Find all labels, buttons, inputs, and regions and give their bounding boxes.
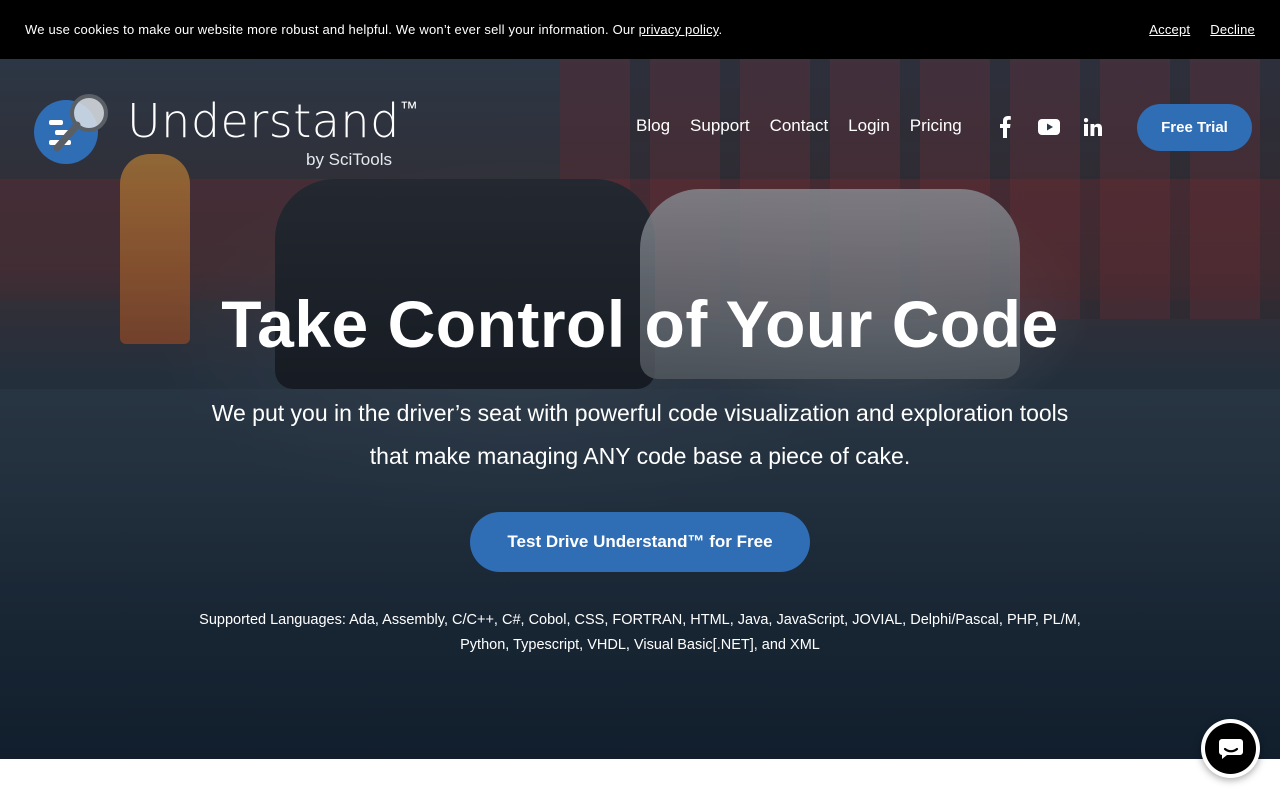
test-drive-button[interactable]: Test Drive Understand™ for Free [470,512,810,572]
free-trial-button[interactable]: Free Trial [1137,104,1252,151]
social-links [994,116,1104,138]
logo-trademark: ™ [399,98,419,119]
cookie-decline-button[interactable]: Decline [1210,22,1255,37]
magnifier-code-logo-icon [34,94,108,164]
hero-subhead: We put you in the driver’s seat with pow… [211,400,1069,469]
cookie-banner: We use cookies to make our website more … [0,0,1280,59]
hero-headline: Take Control of Your Code [221,287,1059,361]
cookie-accept-button[interactable]: Accept [1149,22,1190,37]
cookie-message-text: We use cookies to make our website more … [25,22,639,37]
cookie-message-period: . [718,22,723,37]
nav-item-pricing[interactable]: Pricing [910,116,962,136]
logo-byline: by SciTools [306,150,392,169]
site-logo[interactable]: Understand™ by SciTools [33,92,423,172]
supported-languages: Supported Languages: Ada, Assembly, C/C+… [199,612,1081,653]
cookie-actions: Accept Decline [1149,22,1255,37]
facebook-icon[interactable] [994,116,1016,138]
logo-wordmark-text: Understand [127,94,400,148]
linkedin-icon[interactable] [1082,116,1104,138]
nav-item-blog[interactable]: Blog [636,116,670,136]
chat-bubble-icon [1218,738,1243,759]
privacy-policy-link[interactable]: privacy policy [639,22,719,37]
cookie-message: We use cookies to make our website more … [25,22,722,37]
nav-item-contact[interactable]: Contact [770,116,829,136]
youtube-icon[interactable] [1038,116,1060,138]
main-nav: Blog Support Contact Login Pricing [636,116,962,136]
chat-widget-button[interactable] [1201,719,1260,778]
logo-wordmark: Understand™ [127,98,418,144]
nav-item-login[interactable]: Login [848,116,890,136]
nav-item-support[interactable]: Support [690,116,750,136]
chat-widget-inner [1205,723,1256,774]
